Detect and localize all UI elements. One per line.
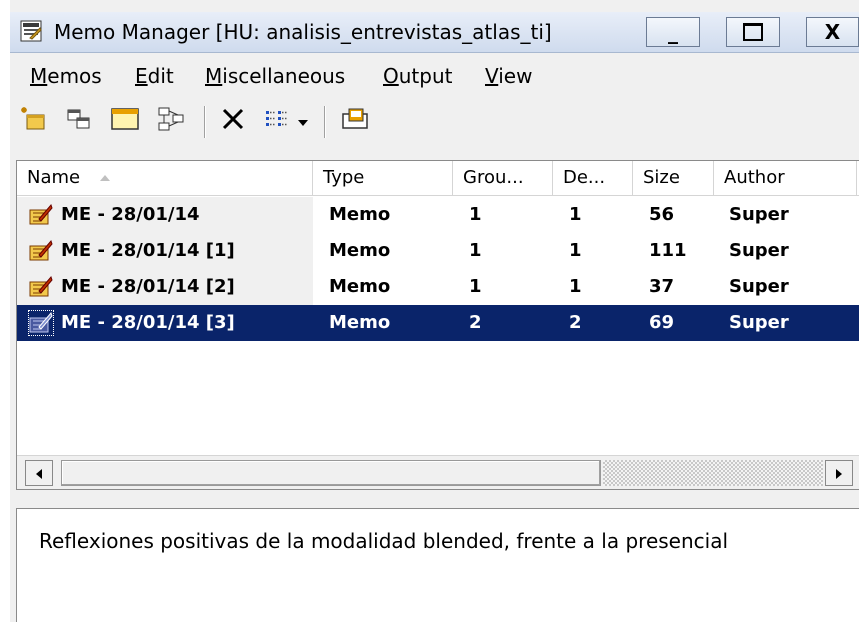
scrollbar-track[interactable] [603, 460, 823, 486]
memo-groups: 2 [469, 312, 482, 333]
horizontal-scrollbar[interactable] [17, 455, 859, 489]
minimize-icon: _ [668, 20, 678, 44]
toolbar [10, 100, 859, 144]
list-header: Name Type Grou... De... Size Author [17, 161, 859, 196]
memo-name: ME - 28/01/14 [1] [61, 240, 235, 261]
network-button[interactable] [156, 106, 186, 136]
minimize-button[interactable]: _ [646, 17, 700, 47]
toolbar-separator [324, 106, 326, 138]
column-header-type[interactable]: Type [313, 161, 453, 195]
column-header-density[interactable]: De... [553, 161, 633, 195]
memo-rows: ME - 28/01/14 Memo 1 1 56 Super ME - 28/… [17, 197, 859, 341]
memo-density: 1 [569, 204, 582, 225]
dropdown-arrow-icon [296, 109, 310, 133]
copy-to-clipboard-icon [341, 106, 369, 137]
memo-manager-app-icon [20, 20, 42, 42]
memo-density: 1 [569, 240, 582, 261]
maximize-icon [743, 23, 763, 41]
maximize-button[interactable] [726, 17, 780, 47]
column-header-name-label: Name [27, 167, 81, 188]
memo-name: ME - 28/01/14 [2] [61, 276, 235, 297]
view-dropdown-button[interactable] [292, 106, 314, 136]
memo-author: Super [729, 276, 789, 297]
scrollbar-thumb[interactable] [61, 460, 601, 486]
memo-icon [29, 239, 53, 263]
close-icon: X [824, 20, 841, 44]
menu-bar: Memos Edit Miscellaneous Output View [10, 56, 859, 94]
title-bar[interactable]: Memo Manager [HU: analisis_entrevistas_a… [10, 12, 859, 53]
arrow-right-icon [834, 461, 844, 485]
memo-groups: 1 [469, 240, 482, 261]
memo-size: 37 [649, 276, 675, 297]
window-title: Memo Manager [HU: analisis_entrevistas_a… [54, 20, 552, 44]
column-header-name[interactable]: Name [17, 161, 313, 195]
scroll-right-button[interactable] [825, 460, 853, 486]
memo-icon [29, 203, 53, 227]
new-memo-button[interactable] [18, 106, 48, 136]
menu-miscellaneous[interactable]: Miscellaneous [205, 64, 345, 88]
duplicate-memo-icon [66, 106, 92, 137]
memo-icon [29, 275, 53, 299]
menu-output[interactable]: Output [383, 64, 452, 88]
table-row[interactable]: ME - 28/01/14 [1] Memo 1 1 111 Super [17, 233, 859, 269]
close-button[interactable]: X [806, 17, 859, 47]
memo-groups: 1 [469, 276, 482, 297]
memo-size: 56 [649, 204, 675, 225]
memo-type: Memo [329, 240, 391, 261]
memo-author: Super [729, 240, 789, 261]
delete-icon [220, 106, 246, 137]
memo-type: Memo [329, 204, 391, 225]
memo-type: Memo [329, 276, 391, 297]
memo-groups: 1 [469, 204, 482, 225]
memo-author: Super [729, 312, 789, 333]
column-header-size[interactable]: Size [633, 161, 714, 195]
menu-edit[interactable]: Edit [135, 64, 174, 88]
memo-author: Super [729, 204, 789, 225]
window-button[interactable] [110, 106, 140, 136]
memo-size: 69 [649, 312, 675, 333]
column-header-groups[interactable]: Grou... [453, 161, 553, 195]
window-icon [111, 106, 139, 137]
table-row[interactable]: ME - 28/01/14 Memo 1 1 56 Super [17, 197, 859, 233]
delete-button[interactable] [218, 106, 248, 136]
network-icon [157, 106, 185, 137]
sort-ascending-icon [98, 161, 112, 195]
memo-name: ME - 28/01/14 [3] [61, 312, 235, 333]
memo-list: Name Type Grou... De... Size Author ME -… [16, 160, 859, 490]
table-row-selected[interactable]: ME - 28/01/14 [3] Memo 2 2 69 Super [17, 305, 859, 341]
new-memo-icon [20, 106, 46, 137]
memo-icon [28, 310, 54, 336]
memo-name: ME - 28/01/14 [61, 204, 200, 225]
table-row[interactable]: ME - 28/01/14 [2] Memo 1 1 37 Super [17, 269, 859, 305]
memo-description-text: Reflexiones positivas de la modalidad bl… [39, 529, 729, 553]
arrow-left-icon [34, 461, 44, 485]
list-view-icon [264, 106, 290, 137]
memo-density: 1 [569, 276, 582, 297]
copy-to-clipboard-button[interactable] [340, 106, 370, 136]
menu-memos[interactable]: Memos [30, 64, 102, 88]
memo-type: Memo [329, 312, 391, 333]
toolbar-separator [204, 106, 206, 138]
memo-size: 111 [649, 240, 687, 261]
scroll-left-button[interactable] [25, 460, 53, 486]
memo-density: 2 [569, 312, 582, 333]
duplicate-memo-button[interactable] [64, 106, 94, 136]
column-header-author[interactable]: Author [714, 161, 857, 195]
menu-view[interactable]: View [485, 64, 532, 88]
memo-manager-window: Memo Manager [HU: analisis_entrevistas_a… [10, 0, 859, 622]
memo-description-panel[interactable]: Reflexiones positivas de la modalidad bl… [16, 508, 859, 622]
list-view-button[interactable] [262, 106, 292, 136]
